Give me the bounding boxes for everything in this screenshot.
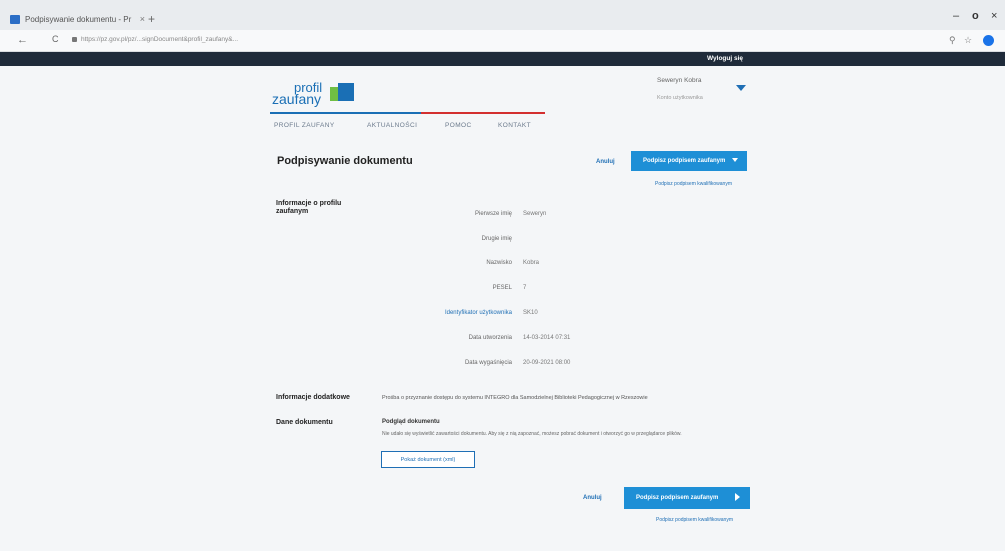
address-bar: ← C https://pz.gov.pl/pz/...signDocument… bbox=[0, 30, 1005, 52]
search-icon[interactable]: ⚲ bbox=[949, 35, 956, 46]
field-value-surname: Kobra bbox=[523, 260, 540, 266]
field-label-surname: Nazwisko bbox=[486, 260, 512, 266]
qualified-sign-link-bottom[interactable]: Podpisz podpisem kwalifikowanym bbox=[656, 517, 733, 523]
minimize-button[interactable]: – bbox=[953, 10, 959, 22]
field-value-first-name: Seweryn bbox=[523, 211, 547, 217]
sign-button-label: Podpisz podpisem zaufanym bbox=[643, 158, 726, 164]
site-top-bar: Wyloguj się bbox=[0, 52, 1005, 66]
user-name: Seweryn Kobra bbox=[657, 77, 702, 84]
logout-link[interactable]: Wyloguj się bbox=[707, 53, 743, 65]
qualified-sign-link-top[interactable]: Podpisz podpisem kwalifikowanym bbox=[655, 181, 732, 187]
user-subtitle: Konto użytkownika bbox=[657, 95, 703, 101]
url-text: https://pz.gov.pl/pz/...signDocument&pro… bbox=[81, 36, 239, 43]
caret-down-icon bbox=[732, 158, 738, 162]
menu-item-pomoc[interactable]: POMOC bbox=[445, 122, 472, 129]
url-field[interactable]: https://pz.gov.pl/pz/...signDocument&pro… bbox=[72, 36, 452, 43]
profile-section-heading: Informacje o profilu zaufanym bbox=[276, 200, 342, 215]
profile-icon[interactable] bbox=[983, 35, 994, 46]
page-title: Podpisywanie dokumentu bbox=[277, 155, 413, 167]
field-label-created: Data utworzenia bbox=[468, 335, 512, 341]
cancel-link-top[interactable]: Anuluj bbox=[596, 159, 615, 165]
logo-mark-icon bbox=[330, 83, 354, 101]
star-icon[interactable]: ☆ bbox=[964, 35, 972, 46]
sign-button-bottom-label: Podpisz podpisem zaufanym bbox=[636, 495, 719, 501]
user-menu-chevron-icon[interactable] bbox=[736, 85, 746, 91]
extra-section-heading: Informacje dodatkowe bbox=[276, 394, 350, 401]
doc-preview-title: Podgląd dokumentu bbox=[382, 419, 440, 425]
cancel-link-bottom[interactable]: Anuluj bbox=[583, 495, 602, 501]
arrow-right-icon bbox=[735, 493, 740, 501]
extra-info-text: Prośba o przyznanie dostępu do systemu I… bbox=[382, 395, 648, 401]
field-label-expiry: Data wygaśnięcia bbox=[464, 360, 512, 366]
field-value-user-id: SK10 bbox=[523, 310, 538, 316]
field-label-first-name: Pierwsze imię bbox=[474, 211, 512, 217]
back-button[interactable]: ← bbox=[17, 34, 28, 46]
field-value-created: 14-03-2014 07:31 bbox=[523, 335, 571, 341]
field-label-pesel: PESEL bbox=[492, 285, 512, 291]
reload-button[interactable]: C bbox=[52, 34, 59, 44]
browser-tab[interactable]: Podpisywanie dokumentu - Pr × bbox=[10, 10, 145, 28]
menu-item-aktualnosci[interactable]: AKTUALNOŚCI bbox=[367, 122, 417, 129]
maximize-button[interactable]: o bbox=[972, 10, 979, 22]
sign-button-top[interactable]: Podpisz podpisem zaufanym bbox=[631, 151, 747, 171]
brand-divider bbox=[270, 112, 545, 114]
sign-button-bottom[interactable]: Podpisz podpisem zaufanym bbox=[624, 487, 750, 509]
favicon-icon bbox=[10, 14, 20, 24]
lock-icon bbox=[72, 36, 77, 42]
window-close-button[interactable]: × bbox=[991, 10, 997, 22]
close-tab-icon[interactable]: × bbox=[140, 14, 145, 24]
menu-item-kontakt[interactable]: KONTAKT bbox=[498, 122, 531, 129]
field-label-second-name: Drugie imię bbox=[481, 236, 512, 242]
show-document-button[interactable]: Pokaż dokument (xml) bbox=[381, 451, 475, 468]
browser-tab-bar: Podpisywanie dokumentu - Pr × + – o × bbox=[0, 0, 1005, 30]
field-value-pesel: 7 bbox=[523, 285, 527, 291]
logo-line2: zaufany bbox=[272, 91, 322, 107]
doc-preview-description: Nie udało się wyświetlić zawartości doku… bbox=[382, 431, 682, 437]
menu-item-profil-zaufany[interactable]: PROFIL ZAUFANY bbox=[274, 122, 335, 129]
profil-zaufany-logo[interactable]: profil zaufany bbox=[270, 80, 365, 108]
tab-title: Podpisywanie dokumentu - Pr bbox=[25, 14, 132, 24]
field-label-user-id: Identyfikator użytkownika bbox=[444, 310, 512, 316]
doc-section-heading: Dane dokumentu bbox=[276, 419, 333, 426]
field-value-expiry: 20-09-2021 08:00 bbox=[523, 360, 571, 366]
new-tab-button[interactable]: + bbox=[148, 12, 155, 26]
